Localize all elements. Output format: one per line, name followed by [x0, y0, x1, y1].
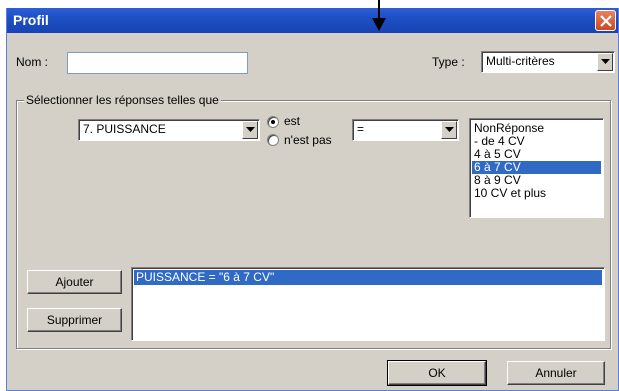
operator-select[interactable]: =: [352, 119, 459, 141]
criteria-group-label: Sélectionner les réponses telles que: [24, 93, 221, 107]
radio-nest-pas[interactable]: [267, 134, 279, 146]
close-icon: [600, 15, 612, 27]
cancel-button-label: Annuler: [535, 366, 577, 380]
remove-button[interactable]: Supprimer: [27, 308, 122, 332]
chevron-down-icon: [445, 127, 454, 132]
condition-item-selected[interactable]: PUISSANCE = "6 à 7 CV": [134, 270, 602, 285]
ok-button[interactable]: OK: [387, 360, 487, 386]
radio-est-label: est: [284, 114, 301, 128]
radio-selected-dot: [271, 120, 275, 124]
top-strip: [0, 0, 619, 8]
operator-dropdown-button[interactable]: [441, 121, 457, 139]
type-label: Type :: [432, 55, 465, 69]
name-input[interactable]: [67, 52, 248, 74]
variable-select-value: 7. PUISSANCE: [83, 122, 166, 136]
title-bar[interactable]: Profil: [7, 8, 618, 33]
profil-dialog: Profil Nom : Type : Multi-critères Sélec…: [6, 8, 619, 391]
name-label: Nom :: [16, 55, 49, 69]
conditions-listbox[interactable]: PUISSANCE = "6 à 7 CV": [131, 267, 605, 341]
type-select-value: Multi-critères: [486, 54, 555, 68]
window-title: Profil: [13, 12, 49, 28]
responses-listbox[interactable]: NonRéponse - de 4 CV 4 à 5 CV 6 à 7 CV 8…: [469, 118, 604, 218]
ok-button-label: OK: [428, 366, 446, 380]
type-select[interactable]: Multi-critères: [481, 51, 615, 73]
chevron-down-icon: [601, 59, 610, 64]
add-button-label: Ajouter: [55, 275, 94, 289]
add-button[interactable]: Ajouter: [27, 270, 122, 294]
close-button[interactable]: [595, 10, 616, 31]
down-arrow-icon: [372, 0, 386, 31]
operator-select-value: =: [357, 122, 365, 136]
radio-nest-pas-label: n'est pas: [284, 133, 332, 147]
type-dropdown-button[interactable]: [597, 53, 613, 71]
chevron-down-icon: [246, 127, 255, 132]
variable-select[interactable]: 7. PUISSANCE: [78, 119, 260, 141]
radio-est[interactable]: [267, 116, 279, 128]
variable-dropdown-button[interactable]: [242, 121, 258, 139]
list-item[interactable]: 10 CV et plus: [472, 187, 601, 200]
remove-button-label: Supprimer: [46, 313, 103, 327]
cancel-button[interactable]: Annuler: [507, 361, 605, 385]
